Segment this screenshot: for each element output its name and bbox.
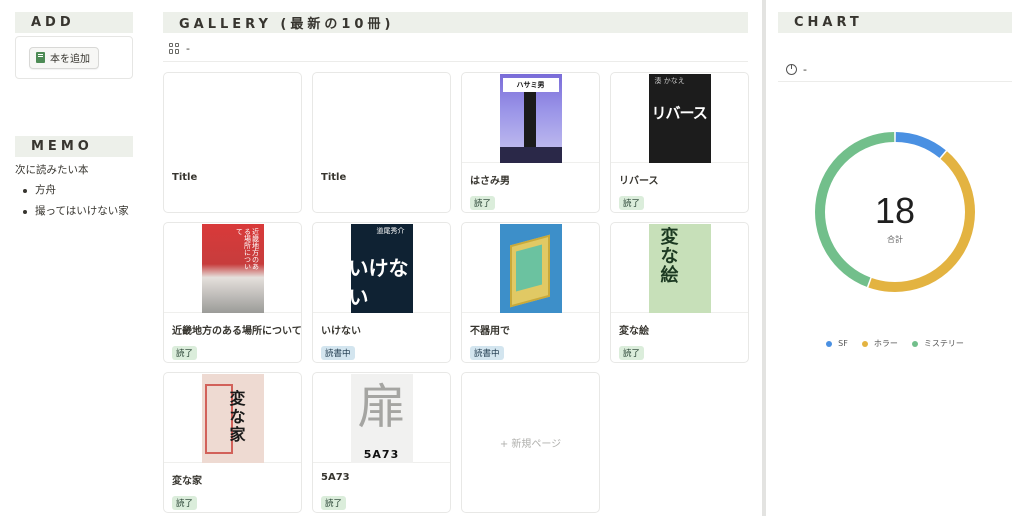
book-cover: 湊 かなえ リバース [611, 73, 748, 163]
book-card[interactable]: 変な家 変な家 読了 [163, 372, 302, 513]
status-badge: 読書中 [321, 346, 355, 360]
book-cover-image: 扉 5A73 [350, 374, 413, 463]
memo-item[interactable]: 撮ってはいけない家 [21, 204, 133, 219]
status-badge: 読了 [619, 196, 645, 210]
add-block: 本を追加 [15, 36, 133, 79]
new-page-button[interactable]: + 新規ページ [461, 372, 600, 513]
book-cover [462, 223, 599, 313]
add-book-button[interactable]: 本を追加 [29, 46, 99, 69]
gallery-section: GALLERY (最新の10冊) - Title Title ハサミ男 はさみ男… [163, 12, 749, 516]
status-badge: 読了 [172, 496, 198, 510]
book-card[interactable]: Title [312, 72, 451, 213]
book-title: はさみ男 [470, 176, 510, 187]
book-cover: 道尾秀介 いけない [313, 223, 450, 313]
book-cover: 変な絵 [611, 223, 748, 313]
chart-legend: SF ホラー ミステリー [778, 338, 1012, 349]
book-card[interactable]: 不器用で 読書中 [461, 222, 600, 363]
notion-dashboard: ADD 本を追加 MEMO 次に読みたい本 方舟 撮ってはいけない家 GALLE… [0, 0, 1024, 516]
legend-item: SF [826, 338, 848, 349]
chart-section: CHART - 18 合計 SF ホラー ミステリー [778, 12, 1012, 348]
chart-total-value: 18 [875, 190, 915, 231]
book-cover: 変な家 [164, 373, 301, 463]
book-title: Title [321, 172, 347, 183]
book-title: いけない [321, 326, 361, 337]
book-icon [36, 52, 45, 63]
cover-text: 変な家 [229, 389, 246, 444]
book-cover-image [499, 224, 562, 313]
book-cover: ハサミ男 [462, 73, 599, 163]
legend-label: SF [838, 339, 848, 348]
status-badge: 読了 [321, 496, 347, 510]
legend-swatch [826, 340, 833, 347]
book-card[interactable]: Title [163, 72, 302, 213]
memo-list: 方舟 撮ってはいけない家 [15, 183, 133, 219]
cover-text: 湊 かなえ [654, 77, 685, 85]
book-cover: 扉 5A73 [313, 373, 450, 463]
book-cover-image: 変な絵 [648, 224, 711, 313]
cover-text: 近畿地方のある場所について [235, 228, 260, 270]
legend-label: ミステリー [923, 339, 964, 348]
book-card[interactable]: 道尾秀介 いけない いけない 読書中 [312, 222, 451, 363]
memo-heading: MEMO [15, 136, 133, 157]
cover-text: 5A73 [363, 448, 400, 461]
column-divider[interactable] [762, 0, 766, 516]
status-badge: 読了 [172, 346, 198, 360]
legend-swatch [861, 340, 868, 347]
new-page-label: + 新規ページ [499, 439, 562, 450]
book-card[interactable]: ハサミ男 はさみ男 読了 [461, 72, 600, 213]
donut-slice-SF[interactable] [895, 132, 946, 159]
book-title: 近畿地方のある場所について [172, 326, 301, 337]
gallery-heading: GALLERY (最新の10冊) [163, 12, 748, 33]
book-card[interactable]: 湊 かなえ リバース リバース 読了 [610, 72, 749, 213]
gallery-view-label: - [186, 41, 190, 55]
cover-text: ハサミ男 [502, 78, 559, 92]
book-title: Title [172, 172, 198, 183]
gallery-grid-icon [169, 42, 180, 54]
add-heading: ADD [15, 12, 133, 33]
book-cover-image: 道尾秀介 いけない [350, 224, 413, 313]
book-card[interactable]: 扉 5A73 5A73 読了 [312, 372, 451, 513]
cover-text: リバース [651, 104, 708, 122]
book-cover-image: ハサミ男 [499, 74, 562, 163]
book-title: 不器用で [470, 326, 510, 337]
add-book-label: 本を追加 [50, 54, 90, 65]
book-cover-image: 変な家 [201, 374, 264, 463]
book-title: 変な家 [172, 476, 202, 487]
legend-item: ホラー [861, 338, 898, 349]
book-title: 5A73 [321, 472, 350, 483]
memo-title[interactable]: 次に読みたい本 [15, 162, 133, 177]
gallery-cards: Title Title ハサミ男 はさみ男 読了 湊 かなえ リバース リバース… [163, 72, 749, 516]
status-badge: 読書中 [470, 346, 504, 360]
legend-label: ホラー [873, 339, 898, 348]
book-cover-image: 湊 かなえ リバース [648, 74, 711, 163]
memo-item[interactable]: 方舟 [21, 183, 133, 198]
book-card[interactable]: 近畿地方のある場所について 近畿地方のある場所について 読了 [163, 222, 302, 363]
status-badge: 読了 [619, 346, 645, 360]
book-cover-image: 近畿地方のある場所について [201, 224, 264, 313]
chart-heading: CHART [778, 12, 1012, 33]
cover-text: 変な絵 [660, 227, 679, 286]
chart-total-label: 合計 [887, 234, 903, 244]
gallery-view-selector[interactable]: - [163, 35, 748, 62]
cover-text: いけない [350, 256, 409, 309]
donut-chart: 18 合計 [815, 132, 975, 292]
legend-item: ミステリー [911, 338, 964, 349]
legend-swatch [911, 340, 918, 347]
book-cover: 近畿地方のある場所について [164, 223, 301, 313]
cover-text: 扉 [357, 379, 406, 435]
status-badge: 読了 [470, 196, 496, 210]
left-column: ADD 本を追加 MEMO 次に読みたい本 方舟 撮ってはいけない家 [15, 12, 133, 225]
cover-text: 道尾秀介 [376, 227, 405, 235]
book-cover [164, 73, 301, 163]
book-title: リバース [619, 176, 659, 187]
book-cover [313, 73, 450, 163]
book-card[interactable]: 変な絵 変な絵 読了 [610, 222, 749, 363]
book-title: 変な絵 [619, 326, 649, 337]
